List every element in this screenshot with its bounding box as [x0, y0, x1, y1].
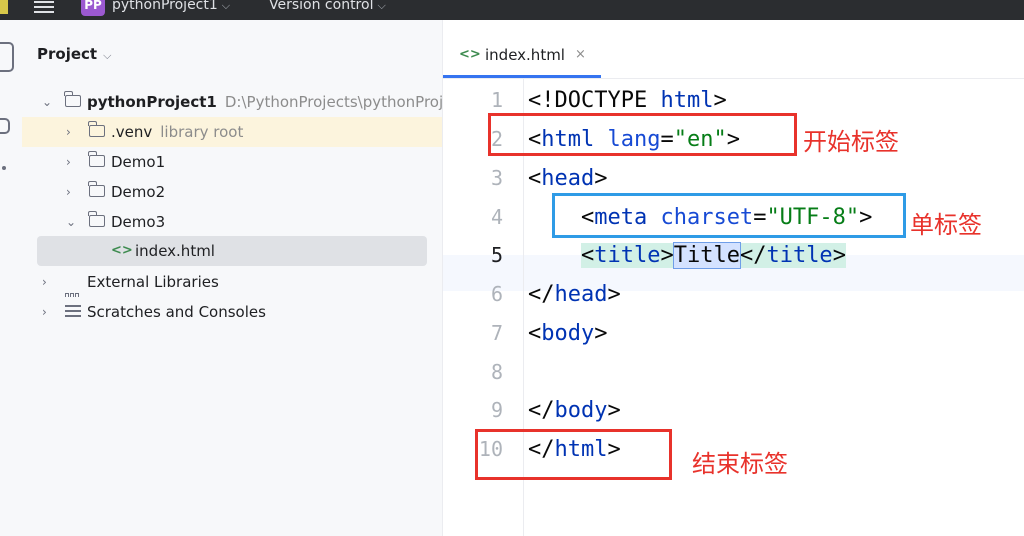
code-token: body: [541, 321, 595, 346]
line-number: 9: [490, 398, 503, 422]
line-number: 7: [490, 321, 503, 345]
tree-item-demo2[interactable]: › Demo2: [22, 177, 442, 207]
tree-item-index-html[interactable]: <> index.html: [37, 236, 427, 266]
tree-item-path: D:\PythonProjects\pythonProjec: [224, 93, 442, 111]
tree-item-demo1[interactable]: › Demo1: [22, 147, 442, 177]
line-number: 3: [490, 166, 503, 190]
version-control-menu[interactable]: Version control ⌵: [269, 0, 386, 13]
editor-tab-bar: <> index.html ×: [443, 20, 1024, 79]
folder-icon: [64, 91, 81, 107]
code-line[interactable]: </body>: [528, 391, 621, 430]
line-number: 4: [490, 205, 503, 229]
code-token: html: [660, 88, 714, 113]
chevron-down-icon[interactable]: ⌄: [42, 87, 54, 117]
code-token: head: [541, 166, 595, 191]
code-token: >: [713, 88, 727, 113]
tree-item-label: Scratches and Consoles: [87, 303, 266, 321]
folder-icon: [88, 151, 105, 167]
annotation-label-single-tag: 单标签: [910, 211, 982, 239]
tree-item-label: Demo2: [111, 183, 166, 201]
tree-item-label: Demo1: [111, 153, 166, 171]
code-line[interactable]: </head>: [528, 275, 621, 314]
code-token: </: [528, 282, 555, 307]
code-token: <!DOCTYPE: [528, 88, 661, 113]
chevron-down-icon[interactable]: ⌄: [66, 207, 78, 237]
project-badge[interactable]: PP: [81, 0, 105, 16]
annotation-label-start-tag: 开始标签: [803, 128, 899, 156]
code-token: title: [594, 243, 661, 268]
code-token: >: [594, 321, 608, 346]
code-token: >: [607, 282, 621, 307]
chevron-down-icon: ⌵: [377, 0, 386, 12]
tree-item-label: .venv: [111, 123, 153, 141]
folder-icon: [88, 121, 105, 137]
tool-window-stripe: [0, 20, 23, 536]
folder-icon: [88, 181, 105, 197]
tree-item-pythonproject1[interactable]: ⌄ pythonProject1 D:\PythonProjects\python…: [22, 87, 442, 117]
folder-icon: [88, 211, 105, 227]
code-token: head: [554, 282, 608, 307]
code-token: <: [580, 243, 595, 268]
code-token: >: [607, 398, 621, 423]
code-token: </: [739, 243, 767, 268]
tree-item-label: pythonProject1: [87, 93, 217, 111]
chevron-right-icon[interactable]: ›: [42, 297, 54, 327]
tree-item-hint: library root: [160, 123, 244, 141]
code-line-current[interactable]: <title>Title</title>: [528, 236, 846, 275]
title-bar: PP pythonProject1 ⌵ Version control ⌵: [0, 0, 1024, 20]
vcs-label: Version control: [269, 0, 374, 13]
project-panel: Project ⌵ ⌄ pythonProject1 D:\PythonProjec…: [22, 20, 443, 536]
annotation-label-end-tag: 结束标签: [692, 450, 788, 478]
more-tools-icon[interactable]: [2, 166, 6, 170]
chevron-right-icon[interactable]: ›: [66, 117, 78, 147]
app-logo: [0, 0, 8, 14]
code-line[interactable]: <body>: [528, 314, 607, 353]
panel-title: Project: [37, 45, 98, 63]
scratches-icon: [65, 305, 81, 319]
tab-label: index.html: [485, 46, 565, 64]
main-menu-icon[interactable]: [34, 0, 54, 16]
project-tool-icon[interactable]: [0, 42, 14, 72]
commit-tool-icon[interactable]: [0, 118, 10, 134]
tree-item-label: External Libraries: [87, 273, 219, 291]
project-panel-header[interactable]: Project ⌵: [37, 45, 111, 63]
html-file-icon: <>: [459, 47, 481, 62]
code-token: body: [554, 398, 608, 423]
tree-item-label: Demo3: [111, 213, 166, 231]
code-token: title: [766, 243, 833, 268]
project-name: pythonProject1: [112, 0, 218, 13]
annotation-box-start-tag: [488, 113, 797, 156]
tab-index-html[interactable]: <> index.html ×: [443, 40, 601, 78]
line-number: 6: [490, 282, 503, 306]
tree-item-demo3[interactable]: ⌄ Demo3: [22, 207, 442, 237]
tree-item-scratches[interactable]: › Scratches and Consoles: [22, 297, 442, 327]
project-switcher[interactable]: pythonProject1 ⌵: [112, 0, 230, 13]
code-token: <: [528, 321, 542, 346]
code-token: >: [832, 243, 846, 268]
close-icon[interactable]: ×: [575, 40, 586, 70]
html-file-icon: <>: [111, 243, 133, 258]
chevron-right-icon[interactable]: ›: [66, 177, 78, 207]
chevron-down-icon: ⌵: [221, 0, 231, 12]
library-icon: [65, 275, 81, 297]
code-token: >: [660, 243, 674, 268]
code-token: >: [594, 166, 608, 191]
selected-text[interactable]: Title: [672, 242, 741, 269]
chevron-right-icon[interactable]: ›: [42, 267, 54, 297]
chevron-down-icon: ⌵: [103, 49, 112, 62]
line-number: 8: [490, 360, 503, 384]
tree-item-label: index.html: [135, 242, 215, 260]
annotation-box-end-tag: [475, 429, 672, 480]
line-number-current: 5: [490, 243, 503, 267]
annotation-box-single-tag: [552, 193, 906, 238]
tree-item-venv[interactable]: › .venv library root: [22, 117, 442, 147]
code-token: </: [528, 398, 555, 423]
chevron-right-icon[interactable]: ›: [66, 147, 78, 177]
tree-item-external-libraries[interactable]: › External Libraries: [22, 267, 442, 297]
code-token: <: [528, 166, 542, 191]
